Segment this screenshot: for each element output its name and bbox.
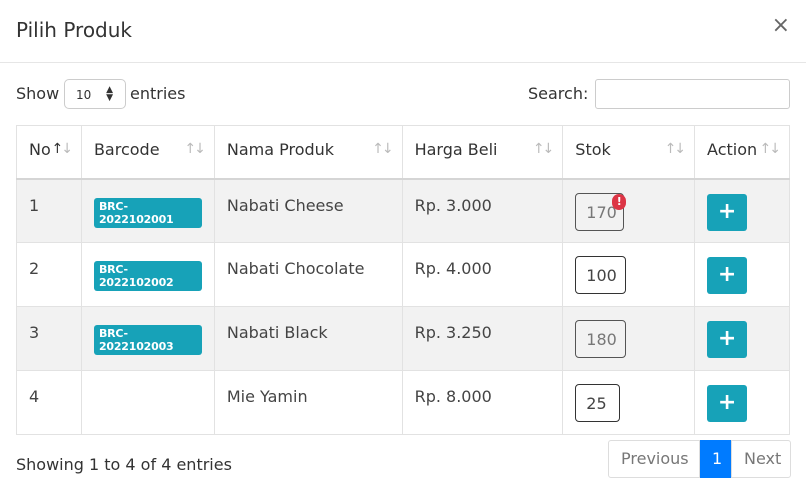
sort-icon: ↑↓ (184, 141, 206, 157)
barcode-badge: BRC-2022102003 (93, 325, 202, 355)
cell-nama: Nabati Chocolate (213, 242, 403, 307)
table-row: 1 BRC-2022102001 Nabati Cheese Rp. 3.000… (16, 178, 790, 243)
search-input[interactable] (595, 79, 790, 109)
stok-field[interactable]: 100 (575, 256, 627, 294)
cell-nama: Nabati Cheese (213, 178, 403, 243)
sort-icon: ↑↓ (759, 141, 782, 157)
entries-label: entries (130, 84, 186, 103)
add-product-button[interactable]: + (707, 385, 748, 422)
cell-harga: Rp. 8.000 (401, 370, 564, 435)
modal-title: Pilih Produk (16, 18, 133, 42)
add-product-button[interactable]: + (707, 257, 748, 294)
entries-select[interactable]: 10 ▲ ▼ (64, 79, 126, 109)
sort-icon: ↑↓ (532, 141, 555, 157)
cell-stok: 100 (562, 242, 696, 307)
pagination: Previous 1 Next (608, 440, 791, 478)
stok-field[interactable]: 180 (575, 320, 627, 358)
show-label: Show (16, 84, 60, 103)
th-nama-produk[interactable]: Nama Produk ↑↓ (213, 125, 403, 180)
cell-harga: Rp. 3.250 (401, 306, 564, 371)
cell-action: + (694, 178, 790, 243)
th-action[interactable]: Action ↑↓ (694, 125, 790, 180)
cell-harga: Rp. 3.000 (401, 178, 564, 243)
cell-action: + (694, 306, 790, 371)
sort-icon: ↑↓ (372, 141, 394, 157)
add-product-button[interactable]: + (707, 321, 748, 358)
cell-nama: Nabati Black (213, 306, 403, 371)
cell-no: 2 (16, 242, 82, 307)
th-barcode[interactable]: Barcode ↑↓ (80, 125, 215, 180)
modal-header: Pilih Produk × (0, 0, 806, 63)
sort-icon: ↑↓ (51, 141, 73, 157)
table-info: Showing 1 to 4 of 4 entries (16, 455, 232, 474)
th-harga-beli[interactable]: Harga Beli ↑↓ (401, 125, 564, 180)
table-controls: Show 10 ▲ ▼ entries Search: (0, 78, 806, 110)
search-label: Search: (528, 84, 589, 103)
cell-stok: 170 ! (562, 178, 696, 243)
cell-barcode: BRC-2022102001 (80, 178, 215, 243)
pilih-produk-modal: Pilih Produk × Show 10 ▲ ▼ entries Search… (0, 0, 806, 497)
cell-no: 4 (16, 370, 82, 435)
cell-no: 1 (16, 178, 82, 243)
cell-harga: Rp. 4.000 (401, 242, 564, 307)
th-no[interactable]: No ↑↓ (16, 125, 82, 180)
cell-barcode (80, 370, 215, 435)
stok-field[interactable]: 25 (575, 384, 621, 422)
select-arrows-icon: ▲ ▼ (106, 85, 113, 103)
add-product-button[interactable]: + (707, 193, 748, 231)
table-row: 4 Mie Yamin Rp. 8.000 25 + (16, 370, 790, 435)
sort-icon: ↑↓ (664, 141, 687, 157)
cell-barcode: BRC-2022102003 (80, 306, 215, 371)
cell-barcode: BRC-2022102002 (80, 242, 215, 307)
cell-action: + (694, 242, 790, 307)
barcode-badge: BRC-2022102001 (93, 197, 202, 228)
cell-nama: Mie Yamin (213, 370, 403, 435)
table-header-row: No ↑↓ Barcode ↑↓ Nama Produk ↑↓ Harga Beli ↑… (16, 125, 790, 180)
cell-no: 3 (16, 306, 82, 371)
table-row: 3 BRC-2022102003 Nabati Black Rp. 3.250 … (16, 306, 790, 371)
products-table: No ↑↓ Barcode ↑↓ Nama Produk ↑↓ Harga Beli ↑… (16, 125, 790, 435)
cell-stok: 180 (562, 306, 696, 371)
page-1-button[interactable]: 1 (700, 440, 731, 478)
warning-icon: ! (612, 193, 627, 210)
table-row: 2 BRC-2022102002 Nabati Chocolate Rp. 4.… (16, 242, 790, 307)
previous-button[interactable]: Previous (608, 440, 700, 478)
entries-value: 10 (76, 88, 92, 102)
next-button[interactable]: Next (731, 440, 791, 478)
cell-action: + (694, 370, 790, 435)
close-icon[interactable]: × (772, 14, 790, 38)
barcode-badge: BRC-2022102002 (93, 261, 202, 291)
th-stok[interactable]: Stok ↑↓ (562, 125, 696, 180)
cell-stok: 25 (562, 370, 696, 435)
